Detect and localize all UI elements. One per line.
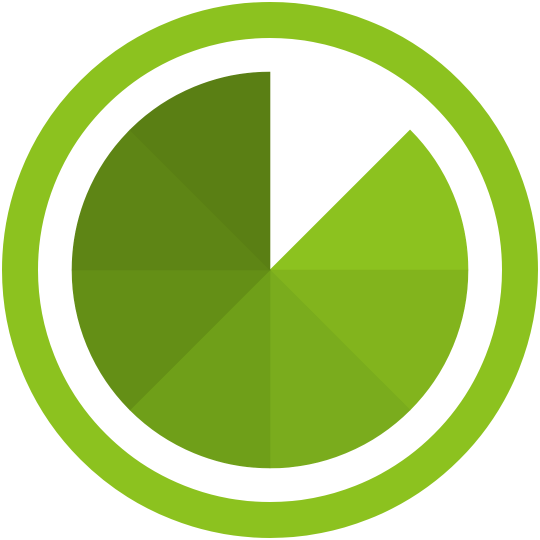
pie-timer-logo [0, 0, 540, 540]
pie-segments [71, 71, 469, 469]
pie-timer-icon [2, 2, 538, 538]
pie-segment [269, 129, 469, 271]
